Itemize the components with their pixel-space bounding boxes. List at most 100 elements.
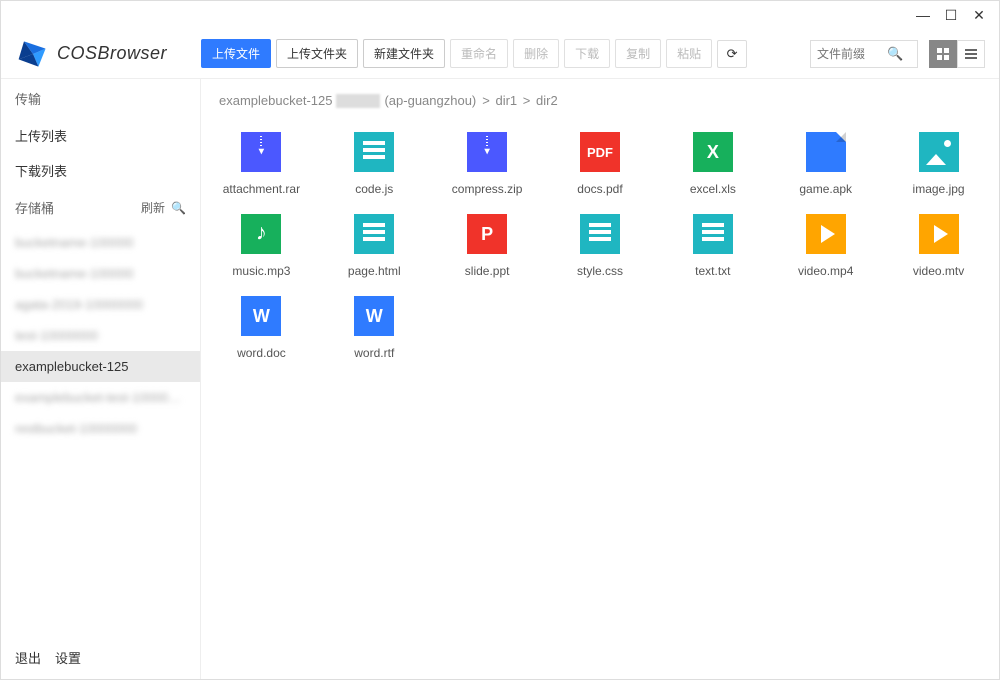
bucket-refresh-link[interactable]: 刷新 [141,199,165,216]
refresh-icon: ⟳ [727,46,738,62]
file-item[interactable]: style.css [548,214,653,278]
transfer-header: 传输 [1,79,200,118]
apk-icon [806,132,846,172]
paste-button[interactable]: 粘贴 [666,39,712,68]
file-item[interactable]: Pslide.ppt [435,214,540,278]
list-view-button[interactable] [957,40,985,68]
file-label: image.jpg [913,182,965,196]
app-title: COSBrowser [57,43,167,64]
bucket-item[interactable]: bucketname-100000 [1,227,200,258]
file-label: slide.ppt [465,264,510,278]
file-label: game.apk [799,182,852,196]
logo-icon [15,36,51,72]
minimize-button[interactable]: — [909,1,937,29]
file-item[interactable]: Wword.rtf [322,296,427,360]
file-grid: attachment.rar code.js compress.zip PDF docs… [201,122,999,370]
bucket-item[interactable]: bucketname-100000 [1,258,200,289]
breadcrumb-segment[interactable]: dir1 [495,93,517,108]
file-item[interactable]: video.mtv [886,214,991,278]
search-input[interactable] [817,47,887,61]
code-icon [580,214,620,254]
breadcrumb-bucket[interactable]: examplebucket-125 [219,93,332,108]
rename-button[interactable]: 重命名 [450,39,508,68]
music-icon [241,214,281,254]
search-icon[interactable]: 🔍 [887,46,903,62]
file-label: word.rtf [354,346,394,360]
code-icon [693,214,733,254]
file-item[interactable]: image.jpg [886,132,991,196]
image-icon [919,132,959,172]
exit-link[interactable]: 退出 [15,648,41,667]
new-folder-button[interactable]: 新建文件夹 [363,39,445,68]
file-item[interactable]: code.js [322,132,427,196]
search-box[interactable]: 🔍 [810,40,918,68]
bucket-item[interactable]: examplebucket-125 [1,351,200,382]
titlebar: — ☐ ✕ [1,1,999,29]
file-label: video.mp4 [798,264,853,278]
file-item[interactable]: text.txt [660,214,765,278]
bucket-item[interactable]: agata-2019-10000000 [1,289,200,320]
file-label: style.css [577,264,623,278]
bucket-list: bucketname-100000bucketname-100000agata-… [1,227,200,444]
refresh-button[interactable]: ⟳ [717,40,747,68]
pdf-icon: PDF [580,132,620,172]
grid-view-button[interactable] [929,40,957,68]
letter-icon: W [241,296,281,336]
file-item[interactable]: Wword.doc [209,296,314,360]
file-item[interactable]: game.apk [773,132,878,196]
download-button[interactable]: 下载 [564,39,610,68]
file-item[interactable]: PDF docs.pdf [548,132,653,196]
letter-icon: X [693,132,733,172]
file-label: video.mtv [913,264,964,278]
toolbar: 上传文件 上传文件夹 新建文件夹 重命名 删除 下载 复制 粘贴 ⟳ 🔍 [201,39,985,68]
video-icon [806,214,846,254]
view-toggle [929,40,985,68]
topbar: COSBrowser 上传文件 上传文件夹 新建文件夹 重命名 删除 下载 复制… [1,29,999,79]
file-label: text.txt [695,264,730,278]
sidebar: 传输 上传列表 下载列表 存储桶 刷新 🔍 bucketname-100000b… [1,79,201,679]
file-label: compress.zip [452,182,523,196]
bucket-item[interactable]: restbucket-10000000 [1,413,200,444]
close-button[interactable]: ✕ [965,1,993,29]
zip-icon [467,132,507,172]
copy-button[interactable]: 复制 [615,39,661,68]
file-item[interactable]: compress.zip [435,132,540,196]
upload-folder-button[interactable]: 上传文件夹 [276,39,358,68]
list-icon [964,47,978,61]
file-label: docs.pdf [577,182,622,196]
video-icon [919,214,959,254]
breadcrumb-region: (ap-guangzhou) [384,93,476,108]
settings-link[interactable]: 设置 [55,648,81,667]
bucket-search-icon[interactable]: 🔍 [171,201,186,215]
upload-file-button[interactable]: 上传文件 [201,39,271,68]
breadcrumb-redacted [336,94,380,108]
file-label: code.js [355,182,393,196]
sidebar-footer: 退出 设置 [1,636,200,679]
letter-icon: P [467,214,507,254]
file-item[interactable]: page.html [322,214,427,278]
breadcrumb-segment[interactable]: dir2 [536,93,558,108]
letter-icon: W [354,296,394,336]
file-label: page.html [348,264,401,278]
file-item[interactable]: Xexcel.xls [660,132,765,196]
upload-list-link[interactable]: 上传列表 [1,118,200,153]
maximize-button[interactable]: ☐ [937,1,965,29]
file-item[interactable]: music.mp3 [209,214,314,278]
delete-button[interactable]: 删除 [513,39,559,68]
breadcrumb: examplebucket-125 (ap-guangzhou) > dir1 … [201,79,999,122]
download-list-link[interactable]: 下载列表 [1,153,200,188]
code-icon [354,214,394,254]
file-item[interactable]: attachment.rar [209,132,314,196]
bucket-header-label: 存储桶 [15,198,54,217]
file-item[interactable]: video.mp4 [773,214,878,278]
file-label: excel.xls [690,182,736,196]
grid-icon [936,47,950,61]
bucket-item[interactable]: test-10000000 [1,320,200,351]
code-icon [354,132,394,172]
main: examplebucket-125 (ap-guangzhou) > dir1 … [201,79,999,679]
zip-icon [241,132,281,172]
file-label: attachment.rar [223,182,300,196]
app-logo: COSBrowser [15,36,201,72]
bucket-item[interactable]: examplebucket-test-10000000 [1,382,200,413]
bucket-header: 存储桶 刷新 🔍 [1,188,200,227]
